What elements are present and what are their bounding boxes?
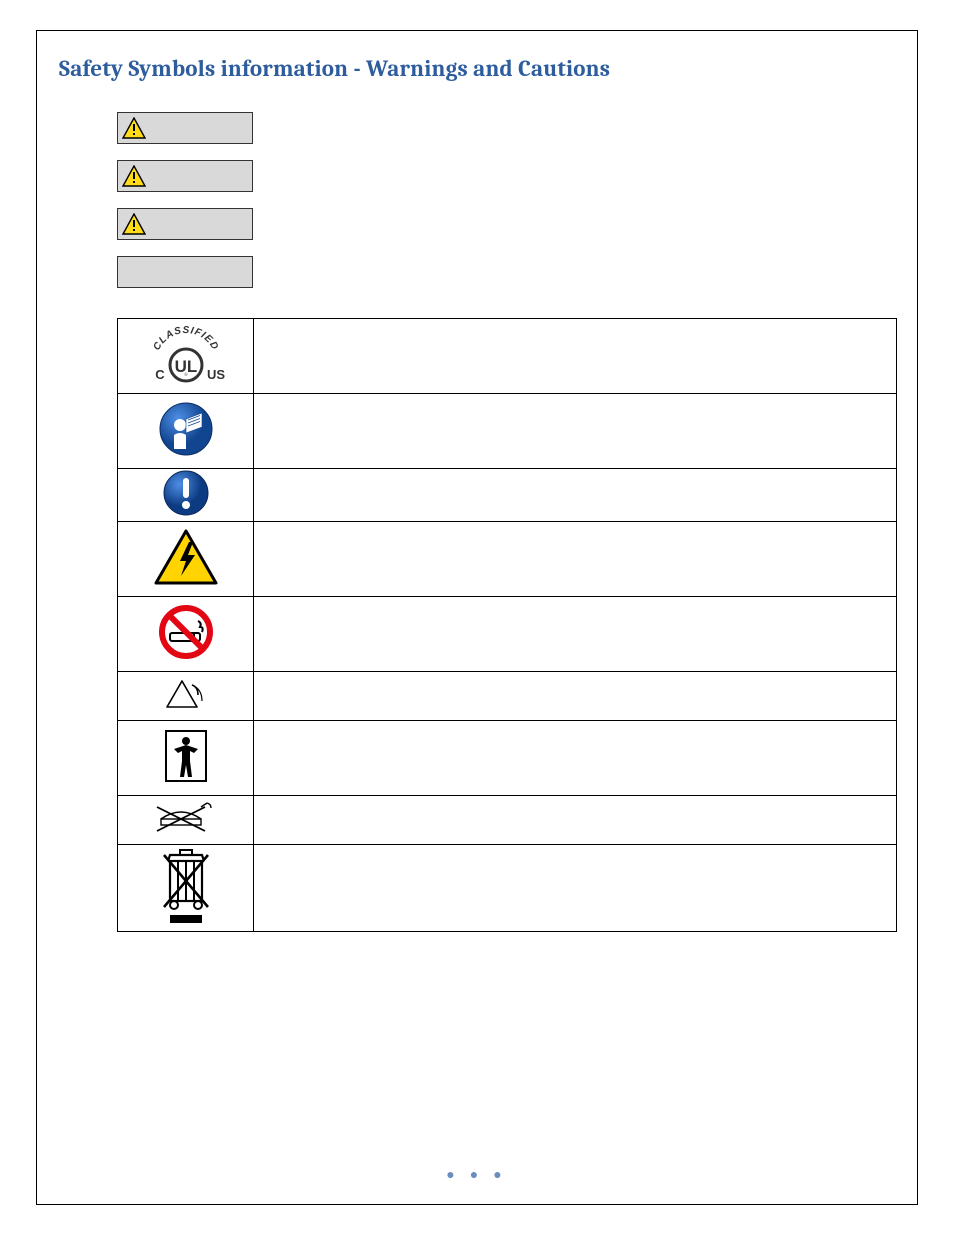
footer-dots: ● ● ● <box>37 1166 917 1184</box>
type-bf-applied-part-icon <box>160 727 212 785</box>
symbol-cell <box>118 522 254 597</box>
table-row: CLASSIFIED UL ® C US <box>118 319 897 394</box>
symbol-cell <box>118 597 254 672</box>
symbol-description <box>254 394 897 469</box>
symbol-cell <box>118 721 254 796</box>
table-row <box>118 394 897 469</box>
electric-shock-icon <box>153 528 219 586</box>
symbol-cell <box>118 469 254 522</box>
symbol-description <box>254 721 897 796</box>
table-row <box>118 672 897 721</box>
weee-disposal-icon <box>156 847 216 925</box>
warning-triangle-icon <box>122 117 146 139</box>
warning-box <box>117 112 253 144</box>
warning-box-group <box>117 112 897 288</box>
symbol-description <box>254 796 897 845</box>
table-row <box>118 469 897 522</box>
symbol-cell <box>118 796 254 845</box>
mandatory-action-icon <box>162 469 210 517</box>
symbol-description <box>254 845 897 932</box>
symbol-cell <box>118 845 254 932</box>
table-row <box>118 522 897 597</box>
warning-triangle-icon <box>122 165 146 187</box>
table-row <box>118 796 897 845</box>
warning-triangle-icon <box>122 213 146 235</box>
section-title: Safety Symbols information - Warnings an… <box>59 55 897 82</box>
keep-dry-icon <box>151 801 221 835</box>
symbol-cell <box>118 672 254 721</box>
symbol-description <box>254 597 897 672</box>
table-row <box>118 721 897 796</box>
symbol-description <box>254 319 897 394</box>
symbol-description <box>254 672 897 721</box>
symbol-cell: CLASSIFIED UL ® C US <box>118 319 254 394</box>
ul-classified-mark-icon: CLASSIFIED UL ® C US <box>136 325 236 387</box>
svg-text:C: C <box>155 367 165 382</box>
warning-box <box>117 256 253 288</box>
table-row <box>118 845 897 932</box>
alarm-triangle-icon <box>162 677 210 711</box>
table-row <box>118 597 897 672</box>
symbol-description <box>254 469 897 522</box>
symbol-cell <box>118 394 254 469</box>
warning-box <box>117 160 253 192</box>
safety-symbols-table: CLASSIFIED UL ® C US <box>117 318 897 932</box>
symbol-description <box>254 522 897 597</box>
svg-text:US: US <box>206 367 224 382</box>
read-manual-icon <box>158 401 214 457</box>
no-smoking-icon <box>158 604 214 660</box>
warning-box <box>117 208 253 240</box>
svg-text:®: ® <box>183 372 187 378</box>
